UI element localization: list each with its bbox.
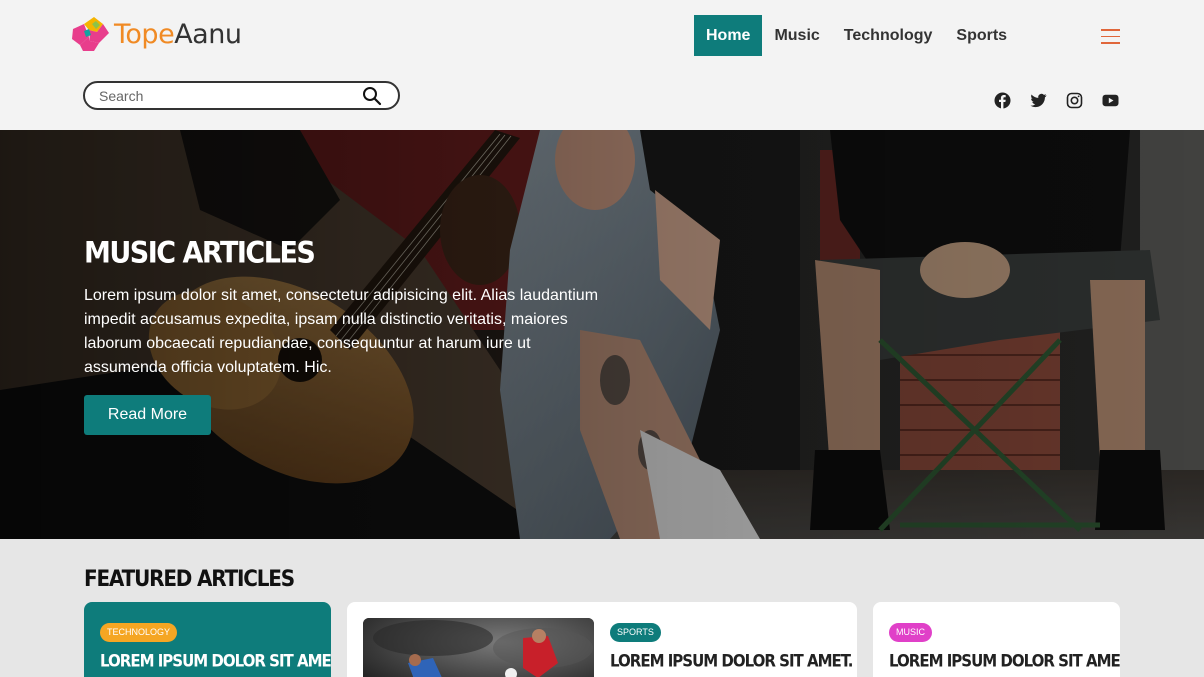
card-title[interactable]: LOREM IPSUM DOLOR SIT AMET.	[889, 651, 1120, 671]
facebook-icon[interactable]	[994, 92, 1011, 109]
read-more-button[interactable]: Read More	[84, 395, 211, 435]
logo-text: TopeAanu	[114, 18, 242, 50]
logo-icon	[72, 17, 109, 51]
social-links	[994, 92, 1119, 109]
instagram-icon[interactable]	[1066, 92, 1083, 109]
category-badge[interactable]: TECHNOLOGY	[100, 623, 178, 642]
featured-card-technology[interactable]: TECHNOLOGY LOREM IPSUM DOLOR SIT AMET.	[84, 602, 331, 677]
category-badge[interactable]: SPORTS	[610, 623, 661, 642]
search-icon[interactable]	[362, 86, 382, 106]
main-nav: Home Music Technology Sports	[694, 15, 1019, 56]
card-image[interactable]	[363, 618, 594, 677]
logo-text-part2: Aanu	[174, 18, 242, 50]
search-bar	[83, 81, 400, 110]
card-title[interactable]: LOREM IPSUM DOLOR SIT AMET.	[610, 651, 853, 671]
featured-title: FEATURED ARTICLES	[84, 565, 295, 592]
hamburger-icon[interactable]	[1101, 29, 1120, 44]
nav-music[interactable]: Music	[762, 15, 831, 56]
logo-text-part1: Tope	[114, 18, 175, 50]
site-header: TopeAanu Home Music Technology Sports	[0, 0, 1204, 130]
search-input[interactable]	[99, 88, 349, 104]
featured-section: FEATURED ARTICLES TECHNOLOGY LOREM IPSUM…	[0, 539, 1204, 677]
logo[interactable]: TopeAanu	[70, 14, 242, 54]
card-title[interactable]: LOREM IPSUM DOLOR SIT AMET.	[100, 651, 331, 671]
featured-card-music[interactable]: MUSIC LOREM IPSUM DOLOR SIT AMET.	[873, 602, 1120, 677]
featured-card-sports[interactable]: SPORTS LOREM IPSUM DOLOR SIT AMET.	[347, 602, 857, 677]
sports-image	[363, 618, 594, 677]
youtube-icon[interactable]	[1102, 92, 1119, 109]
nav-technology[interactable]: Technology	[832, 15, 945, 56]
nav-home[interactable]: Home	[694, 15, 763, 56]
twitter-icon[interactable]	[1030, 92, 1047, 109]
hero-title: MUSIC ARTICLES	[84, 236, 316, 271]
nav-sports[interactable]: Sports	[944, 15, 1019, 56]
category-badge[interactable]: MUSIC	[889, 623, 932, 642]
hero-banner: MUSIC ARTICLES Lorem ipsum dolor sit ame…	[0, 130, 1204, 539]
hero-text: Lorem ipsum dolor sit amet, consectetur …	[84, 287, 599, 376]
